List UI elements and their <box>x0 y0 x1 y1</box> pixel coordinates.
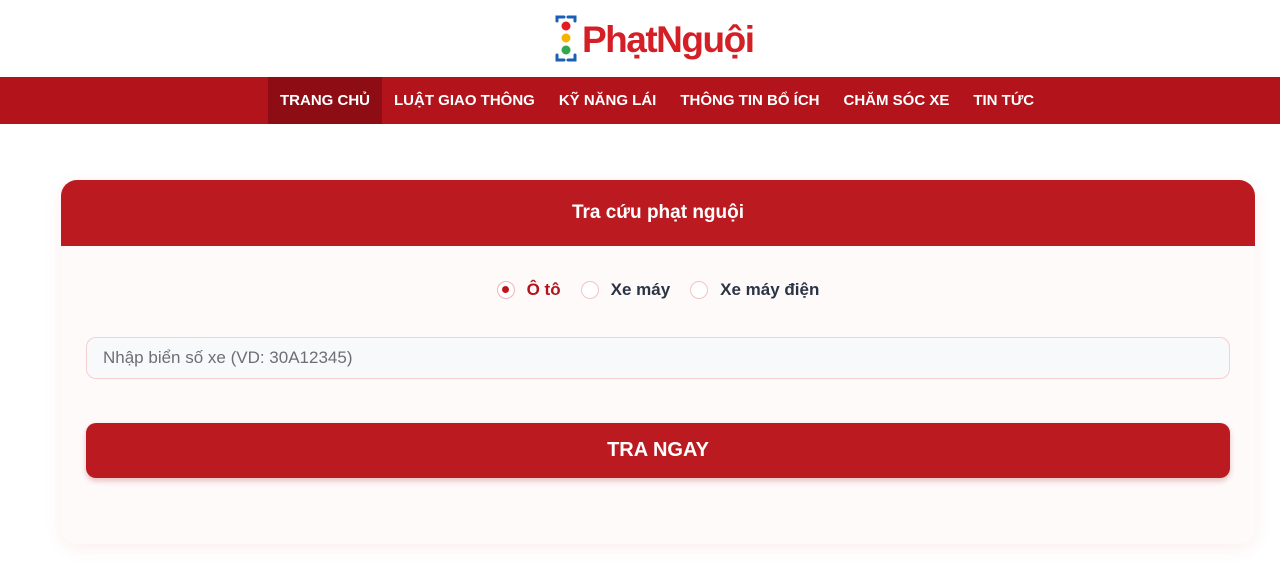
main-navbar: TRANG CHỦ LUẬT GIAO THÔNG KỸ NĂNG LÁI TH… <box>0 77 1280 124</box>
vehicle-type-group: Ô tô Xe máy Xe máy điện <box>61 278 1255 302</box>
nav-item-thong-tin-bo-ich[interactable]: THÔNG TIN BỔ ÍCH <box>668 77 831 124</box>
radio-xe-may[interactable]: Xe máy <box>580 280 671 300</box>
site-logo[interactable]: PhạtNguội <box>554 14 755 64</box>
site-header: PhạtNguội <box>0 0 1280 77</box>
nav-item-tin-tuc[interactable]: TIN TỨC <box>961 77 1046 124</box>
traffic-light-icon <box>554 15 578 63</box>
lookup-title: Tra cứu phạt nguội <box>571 202 745 223</box>
radio-label-xe-may-dien: Xe máy điện <box>720 280 820 299</box>
logo-text: PhạtNguội <box>582 18 755 60</box>
nav-menu: TRANG CHỦ LUẬT GIAO THÔNG KỸ NĂNG LÁI TH… <box>268 77 1046 124</box>
nav-item-trang-chu[interactable]: TRANG CHỦ <box>268 77 382 124</box>
lookup-card-header: Tra cứu phạt nguội <box>61 180 1255 246</box>
radio-indicator[interactable] <box>580 281 599 299</box>
nav-item-ky-nang-lai[interactable]: KỸ NĂNG LÁI <box>547 77 669 124</box>
lookup-card: Tra cứu phạt nguội Ô tô Xe máy Xe máy đi… <box>61 180 1255 544</box>
radio-label-o-to: Ô tô <box>526 280 561 299</box>
plate-number-input[interactable] <box>86 337 1230 379</box>
search-button[interactable]: TRA NGAY <box>86 423 1230 478</box>
radio-indicator[interactable] <box>690 281 709 299</box>
radio-o-to[interactable]: Ô tô <box>496 280 561 300</box>
nav-item-luat-giao-thong[interactable]: LUẬT GIAO THÔNG <box>382 77 547 124</box>
radio-label-xe-may: Xe máy <box>610 280 671 299</box>
radio-xe-may-dien[interactable]: Xe máy điện <box>690 280 819 300</box>
radio-indicator-checked[interactable] <box>496 281 515 299</box>
nav-item-cham-soc-xe[interactable]: CHĂM SÓC XE <box>832 77 962 124</box>
